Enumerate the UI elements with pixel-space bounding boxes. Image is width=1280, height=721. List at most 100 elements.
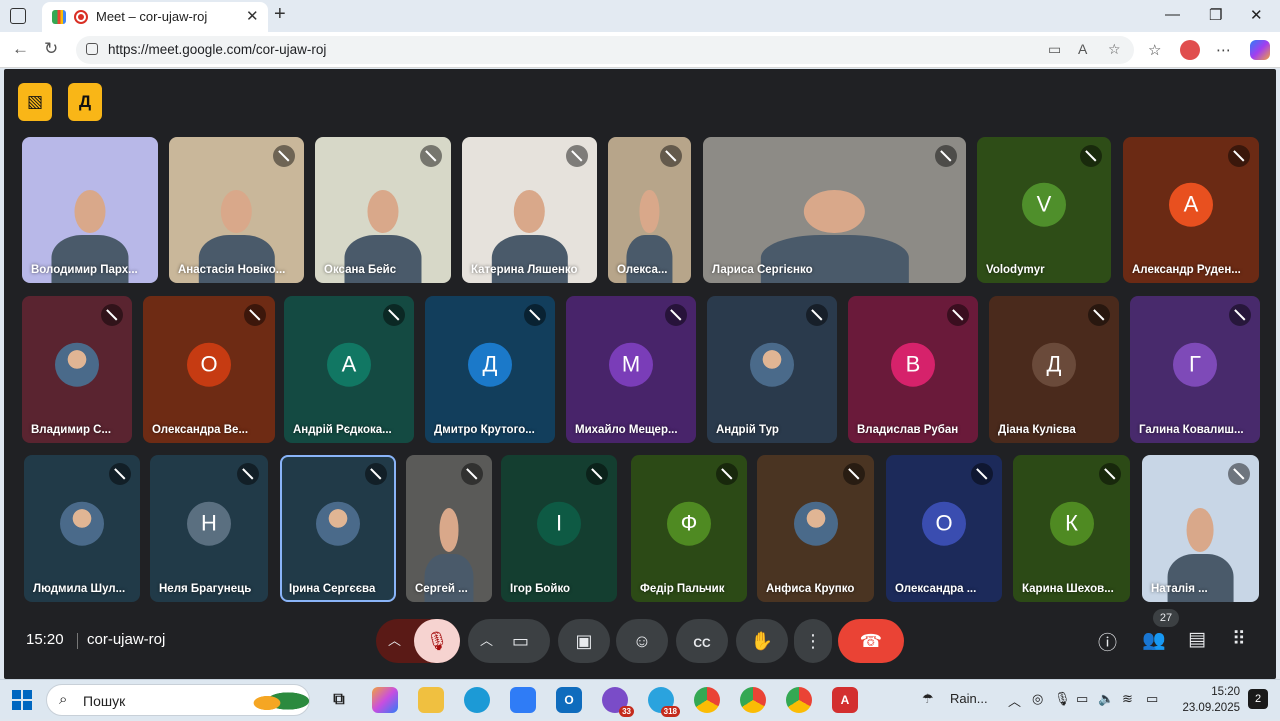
read-aloud-icon[interactable]: A	[1078, 41, 1087, 57]
participant-tile[interactable]: М Михайло Мещер...	[566, 296, 696, 443]
participant-tile[interactable]: Д Дмитро Крутого...	[425, 296, 555, 443]
chrome-profile-icon[interactable]	[740, 687, 766, 713]
layout-icon[interactable]: Д	[68, 83, 102, 121]
site-info-icon[interactable]	[86, 43, 98, 55]
favorite-star-icon[interactable]: ☆	[1108, 41, 1121, 58]
participant-tile[interactable]: А Александр Руден...	[1123, 137, 1259, 283]
wifi-icon[interactable]: ≋	[1122, 691, 1133, 707]
new-tab-button[interactable]: +	[274, 3, 286, 26]
url-text[interactable]: https://meet.google.com/cor-ujaw-roj	[108, 42, 326, 57]
people-icon[interactable]: 👥	[1142, 628, 1166, 652]
camera-control[interactable]: ︿ ▭	[468, 619, 550, 663]
copilot-app-icon[interactable]	[372, 687, 398, 713]
participant-tile[interactable]: К Карина Шехов...	[1013, 455, 1130, 602]
participant-tile[interactable]: Ф Федір Пальчик	[631, 455, 747, 602]
participant-tile[interactable]: Анфиса Крупко	[757, 455, 874, 602]
participant-tile[interactable]: Володимир Парх...	[22, 137, 158, 283]
maximize-button[interactable]: ❐	[1209, 6, 1222, 24]
camera-tray-icon[interactable]: ◎	[1032, 691, 1043, 707]
refresh-icon[interactable]: ↻	[44, 39, 58, 59]
camera-in-use-icon[interactable]: ▭	[1048, 41, 1061, 58]
participant-tile[interactable]: Наталія ...	[1142, 455, 1259, 602]
activities-icon[interactable]: ⠿	[1232, 628, 1246, 651]
participant-tile[interactable]: Людмила Шул...	[24, 455, 140, 602]
language-icon[interactable]: ▭	[1076, 691, 1088, 707]
store-icon[interactable]	[510, 687, 536, 713]
meet-window: ▧ Д Володимир Парх... Анастасія Новіко...…	[4, 69, 1276, 679]
microphone-control[interactable]: ︿ 🎙	[376, 619, 460, 663]
present-screen-button[interactable]: ▣	[558, 619, 610, 663]
clock-date: 23.09.2025	[1182, 702, 1240, 714]
profile-avatar[interactable]	[1180, 40, 1200, 60]
telegram-icon[interactable]: 318	[648, 687, 680, 717]
back-icon[interactable]: ←	[12, 39, 29, 59]
taskbar-search[interactable]: ⌕ Пошук	[46, 681, 310, 721]
muted-mic-icon	[365, 463, 387, 485]
participant-avatar: Н	[187, 501, 231, 546]
windows-taskbar: ⌕ Пошук ⧉ O 33 318 A ☂ Rain... ︿ ◎ 🎙 ▭ 🔈…	[0, 679, 1280, 721]
participant-tile[interactable]: Лариса Сергієнко	[703, 137, 966, 283]
participant-tile[interactable]: Ірина Сергєєва	[280, 455, 396, 602]
hidden-tiles-icon[interactable]: ▧	[18, 83, 52, 121]
participant-tile[interactable]: Владимир С...	[22, 296, 132, 443]
participant-tile[interactable]: Н Неля Брагунець	[150, 455, 268, 602]
mic-tray-icon[interactable]: 🎙	[1054, 691, 1071, 707]
viber-icon[interactable]: 33	[602, 687, 634, 717]
file-explorer-icon[interactable]	[418, 687, 444, 713]
participant-tile[interactable]: Г Галина Ковалиш...	[1130, 296, 1260, 443]
notifications-badge[interactable]: 2	[1248, 689, 1268, 709]
raise-hand-button[interactable]: ✋	[736, 619, 788, 663]
edge-icon[interactable]	[464, 687, 490, 713]
participant-tile[interactable]: О Олександра Ве...	[143, 296, 275, 443]
participant-tile[interactable]: В Владислав Рубан	[848, 296, 978, 443]
participant-tile[interactable]: V Volodymyr	[977, 137, 1111, 283]
captions-button[interactable]: CC	[676, 619, 728, 663]
battery-icon[interactable]: ▭	[1146, 691, 1158, 707]
more-menu-icon[interactable]: ⋯	[1216, 41, 1231, 59]
viber-badge: 33	[619, 706, 634, 717]
mic-options-chevron-icon[interactable]: ︿	[388, 619, 401, 663]
participant-name: Олекса...	[617, 264, 668, 276]
more-options-button[interactable]: ⋮	[794, 619, 832, 663]
participant-name: Олександра Ве...	[152, 424, 249, 436]
microphone-off-icon[interactable]: 🎙	[414, 619, 460, 663]
reactions-button[interactable]: ☺	[616, 619, 668, 663]
acrobat-icon[interactable]: A	[832, 687, 858, 713]
video-head	[513, 189, 546, 233]
participant-tile[interactable]: Сергей ...	[406, 455, 492, 602]
muted-mic-icon	[1229, 304, 1251, 326]
leave-call-button[interactable]: ☎	[838, 619, 904, 663]
tab-actions-icon[interactable]	[10, 8, 26, 24]
tray-chevron-icon[interactable]: ︿	[1008, 691, 1021, 710]
chrome-profile-2-icon[interactable]	[786, 687, 812, 713]
participant-name: Людмила Шул...	[33, 583, 126, 595]
taskbar-clock[interactable]: 15:20 23.09.2025	[1176, 684, 1240, 716]
close-window-button[interactable]: ✕	[1250, 6, 1263, 24]
weather-text[interactable]: Rain...	[950, 691, 988, 706]
chat-icon[interactable]: ▤	[1188, 628, 1206, 651]
participant-tile[interactable]: Катерина Ляшенко	[462, 137, 597, 283]
meeting-info-icon[interactable]: ⓘ	[1098, 628, 1117, 655]
participant-tile[interactable]: І Ігор Бойко	[501, 455, 617, 602]
weather-icon[interactable]: ☂	[922, 691, 934, 707]
participant-tile[interactable]: Анастасія Новіко...	[169, 137, 304, 283]
minimize-button[interactable]: —	[1165, 6, 1180, 23]
chrome-icon[interactable]	[694, 687, 720, 713]
volume-icon[interactable]: 🔈	[1098, 691, 1114, 707]
participant-tile[interactable]: А Андрій Рєдкока...	[284, 296, 414, 443]
favorites-icon[interactable]: ☆	[1148, 41, 1161, 59]
participant-tile[interactable]: Д Діана Кулієва	[989, 296, 1119, 443]
participant-tile[interactable]: Андрій Тур	[707, 296, 837, 443]
windows-start-icon[interactable]	[12, 690, 32, 710]
browser-tab[interactable]: Meet – cor-ujaw-roj ✕	[42, 2, 268, 32]
copilot-icon[interactable]	[1250, 40, 1270, 60]
outlook-icon[interactable]: O	[556, 687, 582, 713]
close-tab-icon[interactable]: ✕	[246, 7, 259, 25]
participant-tile[interactable]: Оксана Бейс	[315, 137, 451, 283]
address-bar[interactable]: https://meet.google.com/cor-ujaw-roj ▭ A…	[76, 36, 1134, 64]
participant-tile[interactable]: Олекса...	[608, 137, 691, 283]
camera-options-chevron-icon[interactable]: ︿	[480, 619, 493, 663]
task-view-icon[interactable]: ⧉	[326, 687, 352, 713]
camera-icon[interactable]: ▭	[512, 619, 529, 663]
participant-tile[interactable]: О Олександра ...	[886, 455, 1002, 602]
